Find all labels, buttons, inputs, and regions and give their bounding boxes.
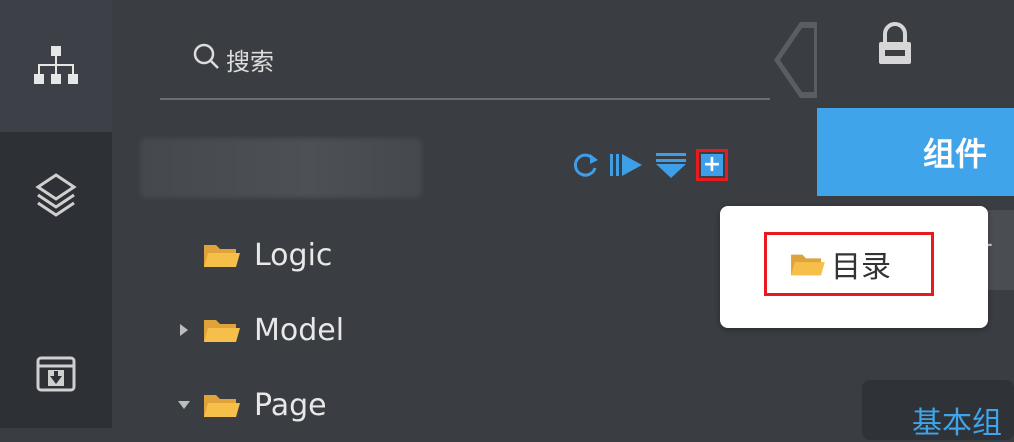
collapse-all-icon[interactable]	[654, 150, 688, 180]
tree-item-label: Logic	[254, 237, 333, 273]
tree-toolbar: +	[570, 145, 728, 185]
expand-icon[interactable]	[608, 150, 646, 180]
tree-item-model[interactable]: Model	[174, 305, 344, 355]
search-input[interactable]: 搜索	[226, 42, 274, 77]
explorer-panel: 搜索 + Logic Model Page	[112, 0, 817, 428]
left-icon-rail	[0, 0, 113, 428]
tree-item-page[interactable]: Page	[174, 380, 327, 430]
folder-icon	[204, 245, 240, 267]
tree-item-label: Model	[254, 312, 345, 348]
tab-components[interactable]: 组件	[817, 108, 1014, 196]
search-underline	[160, 98, 770, 100]
folder-icon	[791, 254, 825, 276]
menu-item-directory[interactable]: 目录	[764, 232, 934, 296]
menu-item-label: 目录	[831, 250, 891, 285]
plus-icon: +	[701, 152, 723, 177]
search-icon	[192, 42, 220, 74]
refresh-icon[interactable]	[570, 150, 600, 180]
folder-icon	[204, 395, 240, 417]
blurred-project-name	[140, 138, 422, 198]
tree-item-label: Page	[254, 387, 327, 423]
chevron-down-icon[interactable]	[174, 399, 194, 411]
rail-item-import[interactable]	[0, 330, 112, 410]
search-bar[interactable]: 搜索	[160, 22, 770, 102]
tree-item-logic[interactable]: Logic	[202, 230, 332, 280]
download-box-icon	[36, 356, 76, 392]
add-button[interactable]: +	[696, 149, 728, 181]
layers-icon	[35, 173, 77, 217]
collapse-panel-icon[interactable]	[774, 22, 818, 98]
rail-item-structure[interactable]	[0, 0, 112, 132]
add-popup-menu: 目录	[720, 206, 988, 328]
sitemap-icon	[34, 46, 78, 84]
lock-icon[interactable]	[875, 22, 915, 68]
rail-item-layers[interactable]	[0, 150, 112, 240]
right-card-partial[interactable]: 基本组	[862, 380, 1014, 441]
folder-icon	[204, 320, 240, 342]
chevron-right-icon[interactable]	[174, 322, 194, 338]
